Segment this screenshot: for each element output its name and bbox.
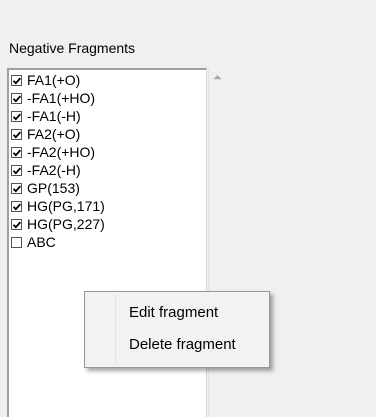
list-item[interactable]: GP(153) [11, 179, 185, 197]
list-item-label: HG(PG,227) [27, 216, 105, 232]
checkmark-icon [12, 94, 22, 103]
checkbox-fa1-ho[interactable] [11, 92, 22, 104]
checkbox-hg-pg-227[interactable] [11, 218, 22, 230]
list-item[interactable]: FA1(+O) [11, 71, 185, 89]
checkbox-hg-pg-171[interactable] [11, 200, 22, 212]
scroll-up-button[interactable] [209, 68, 225, 85]
checkmark-icon [12, 148, 22, 157]
list-item-label: -FA2(+HO) [27, 144, 96, 160]
list-item-label: FA2(+O) [27, 126, 81, 142]
list-item-label: GP(153) [27, 180, 80, 196]
checkbox-fa1-o[interactable] [11, 74, 22, 86]
list-item-label: -FA1(-H) [27, 108, 81, 124]
checkmark-icon [12, 130, 22, 139]
checkmark-icon [12, 184, 22, 193]
list-item[interactable]: -FA1(+HO) [11, 89, 185, 107]
list-item-label: -FA1(+HO) [27, 90, 96, 106]
checkmark-icon [12, 202, 22, 211]
list-item-label: HG(PG,171) [27, 198, 105, 214]
fragment-list: FA1(+O) -FA1(+HO) -FA1(-H) FA2(+O) -FA2(… [11, 71, 185, 251]
section-title: Negative Fragments [9, 40, 136, 56]
checkmark-icon [12, 112, 22, 121]
fragment-panel: Negative Fragments FA1(+O) -FA1(+HO) -FA… [0, 0, 376, 417]
list-item-label: -FA2(-H) [27, 162, 81, 178]
context-menu: Edit fragment Delete fragment [84, 291, 270, 368]
list-item-label: FA1(+O) [27, 72, 81, 88]
checkbox-gp-153[interactable] [11, 182, 22, 194]
scroll-up-arrow-icon [213, 74, 221, 79]
edit-fragment-menu-item[interactable]: Edit fragment [87, 299, 267, 325]
checkbox-fa2-ho[interactable] [11, 146, 22, 158]
list-item[interactable]: HG(PG,171) [11, 197, 185, 215]
list-item[interactable]: HG(PG,227) [11, 215, 185, 233]
checkbox-fa2-o[interactable] [11, 128, 22, 140]
list-item-label: ABC [27, 234, 56, 250]
list-item[interactable]: ABC [11, 233, 185, 251]
list-item[interactable]: -FA2(+HO) [11, 143, 185, 161]
checkmark-icon [12, 76, 22, 85]
checkbox-abc[interactable] [11, 236, 22, 248]
checkbox-fa2-h[interactable] [11, 164, 22, 176]
list-item[interactable]: FA2(+O) [11, 125, 185, 143]
checkmark-icon [12, 220, 22, 229]
checkmark-icon [12, 166, 22, 175]
delete-fragment-menu-item[interactable]: Delete fragment [87, 331, 267, 357]
list-item[interactable]: -FA1(-H) [11, 107, 185, 125]
checkbox-fa1-h[interactable] [11, 110, 22, 122]
list-item[interactable]: -FA2(-H) [11, 161, 185, 179]
